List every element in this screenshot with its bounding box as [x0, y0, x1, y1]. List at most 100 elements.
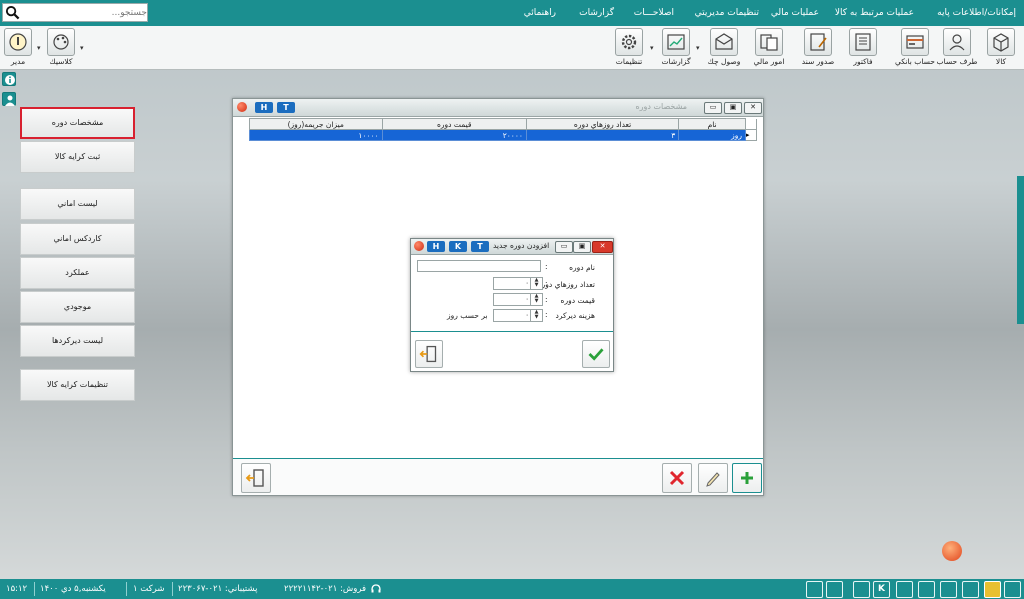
- menu-item-financial-ops[interactable]: عمليات مالي: [771, 0, 819, 26]
- status-company: شركت ۱: [133, 584, 165, 594]
- cell-name[interactable]: روز: [678, 129, 746, 141]
- status-calendar-icon[interactable]: [984, 581, 1001, 598]
- chart-report-icon: [662, 28, 690, 56]
- dialog-restore-button[interactable]: ▣: [573, 241, 591, 253]
- col-header-price[interactable]: قيمت دوره: [381, 118, 527, 130]
- consignment-cardex-button[interactable]: كاردكس اماني: [20, 223, 135, 255]
- menu-item-reports[interactable]: گزارشات: [579, 0, 614, 26]
- add-button[interactable]: [732, 463, 762, 493]
- finance-docs-icon: [755, 28, 783, 56]
- period-days-stepper[interactable]: ۰ ▲ ▼: [493, 277, 543, 290]
- menu-bar: إمكانات/اطلاعات پايه عمليات مرتبط به كال…: [0, 0, 1024, 26]
- per-day-label: بر حسب روز: [447, 311, 488, 320]
- status-bar: ۱۵:۱۲ يكشنبه,۵ دي ۱۴۰۰ شركت ۱ پشتيباني: …: [0, 579, 1024, 599]
- period-days-value: ۰: [525, 279, 529, 287]
- window-close-button[interactable]: ✕: [744, 102, 762, 114]
- delay-fee-stepper[interactable]: ۰ ▲ ▼: [493, 309, 543, 322]
- dialog-t-button[interactable]: T: [471, 241, 489, 252]
- window-titlebar: H T مشخصات دوره ▭ ▣ ✕: [233, 99, 763, 117]
- info-icon[interactable]: [2, 72, 16, 86]
- status-window-icon[interactable]: [853, 581, 870, 598]
- exit-button[interactable]: [241, 463, 271, 493]
- status-time: ۱۵:۱۲: [6, 584, 28, 594]
- status-k-icon[interactable]: K: [873, 581, 890, 598]
- col-header-days[interactable]: تعداد روزهاي دوره: [525, 118, 680, 130]
- status-separator: [126, 582, 127, 596]
- plus-icon: [741, 472, 753, 484]
- search-icon[interactable]: [5, 5, 20, 20]
- window-h-button[interactable]: H: [255, 102, 273, 113]
- period-price-label: قيمت دوره: [560, 296, 595, 305]
- consignment-list-button[interactable]: ليست اماني: [20, 188, 135, 220]
- status-list-icon[interactable]: [918, 581, 935, 598]
- right-side-tab[interactable]: [1017, 176, 1024, 324]
- headset-icon: [371, 584, 381, 593]
- period-specs-button[interactable]: مشخصات دوره: [20, 107, 135, 139]
- dialog-exit-button[interactable]: [415, 340, 443, 368]
- cell-penalty[interactable]: ۱۰۰۰۰: [249, 129, 383, 141]
- inventory-button[interactable]: موجودي: [20, 291, 135, 323]
- col-header-penalty[interactable]: ميزان جريمه(روز): [249, 118, 383, 130]
- menu-item-goods-ops[interactable]: عمليات مرتبط به كالا: [835, 0, 914, 26]
- col-header-name[interactable]: نام: [678, 118, 746, 130]
- document-edit-icon: [804, 28, 832, 56]
- dialog-h-button[interactable]: H: [427, 241, 445, 252]
- table-row[interactable]: ۱۰۰۰۰ ۲۰۰۰۰ ۳ روز ▸: [249, 129, 758, 141]
- status-grid-icon[interactable]: [896, 581, 913, 598]
- dialog-confirm-button[interactable]: [582, 340, 610, 368]
- pencil-icon: [706, 472, 720, 487]
- dialog-close-button[interactable]: ✕: [592, 241, 613, 253]
- settings-dropdown-caret[interactable]: ▾: [650, 44, 654, 52]
- cell-price[interactable]: ۲۰۰۰۰: [381, 129, 527, 141]
- status-image-icon[interactable]: [962, 581, 979, 598]
- dialog-title: افزودن دوره جديد: [493, 241, 550, 250]
- window-minimize-button[interactable]: ▭: [704, 102, 722, 114]
- user-dropdown-caret[interactable]: ▾: [37, 44, 41, 52]
- dialog-minimize-button[interactable]: ▭: [555, 241, 573, 253]
- table-header-row: ميزان جريمه(روز) قيمت دوره تعداد روزهاي …: [249, 118, 758, 130]
- period-name-input[interactable]: [417, 260, 541, 272]
- window-title: مشخصات دوره: [635, 102, 687, 111]
- box-icon: [987, 28, 1015, 56]
- status-keyboard-icon[interactable]: [826, 581, 843, 598]
- classic-dropdown-caret[interactable]: ▾: [80, 44, 84, 52]
- status-table-icon[interactable]: [1004, 581, 1021, 598]
- add-period-dialog: H K T افزودن دوره جديد ▭ ▣ ✕ نام دوره : …: [410, 238, 614, 372]
- delete-button[interactable]: [662, 463, 692, 493]
- period-name-colon: :: [545, 262, 548, 271]
- rental-settings-button[interactable]: تنظيمات كرايه كالا: [20, 369, 135, 401]
- status-share-icon[interactable]: [940, 581, 957, 598]
- period-price-stepper[interactable]: ۰ ▲ ▼: [493, 293, 543, 306]
- exit-door-icon: [419, 345, 437, 363]
- reports-dropdown-caret[interactable]: ▾: [696, 44, 700, 52]
- register-rental-button[interactable]: ثبت كرايه كالا: [20, 141, 135, 173]
- edit-button[interactable]: [698, 463, 728, 493]
- dialog-status-dot: [414, 241, 424, 251]
- spin-arrows-icon[interactable]: ▲ ▼: [530, 278, 542, 289]
- window-restore-button[interactable]: ▣: [724, 102, 742, 114]
- toolbar: كالا طرف حساب حساب بانكي فاكتور صدور سند…: [0, 26, 1024, 70]
- window-action-bar: [233, 458, 763, 495]
- delay-fee-value: ۰: [525, 311, 529, 319]
- bank-card-icon: [901, 28, 929, 56]
- menu-item-help[interactable]: راهنمائي: [524, 0, 556, 26]
- menu-item-management-settings[interactable]: تنظيمات مديريتي: [695, 0, 759, 26]
- window-t-button[interactable]: T: [277, 102, 295, 113]
- status-sales: فروش: ۰۲۱-۲۲۲۲۱۱۴۲: [284, 584, 367, 594]
- status-calculator-icon[interactable]: [806, 581, 823, 598]
- dialog-titlebar: H K T افزودن دوره جديد ▭ ▣ ✕: [411, 239, 613, 255]
- spin-arrows-icon[interactable]: ▲ ▼: [530, 294, 542, 305]
- profile-icon[interactable]: [2, 92, 16, 106]
- cell-days[interactable]: ۳: [525, 129, 680, 141]
- dialog-k-button[interactable]: K: [449, 241, 467, 252]
- dialog-divider: [411, 331, 613, 332]
- menu-item-corrections[interactable]: اصلاحـــات: [634, 0, 674, 26]
- spin-arrows-icon[interactable]: ▲ ▼: [530, 310, 542, 321]
- search-input[interactable]: [21, 4, 149, 21]
- status-date: يكشنبه,۵ دي ۱۴۰۰: [40, 584, 106, 594]
- menu-item-base-info[interactable]: إمكانات/اطلاعات پايه: [937, 0, 1016, 26]
- delete-x-icon: [669, 470, 685, 486]
- envelope-pen-icon: [710, 28, 738, 56]
- performance-button[interactable]: عملكرد: [20, 257, 135, 289]
- late-list-button[interactable]: ليست ديركردها: [20, 325, 135, 357]
